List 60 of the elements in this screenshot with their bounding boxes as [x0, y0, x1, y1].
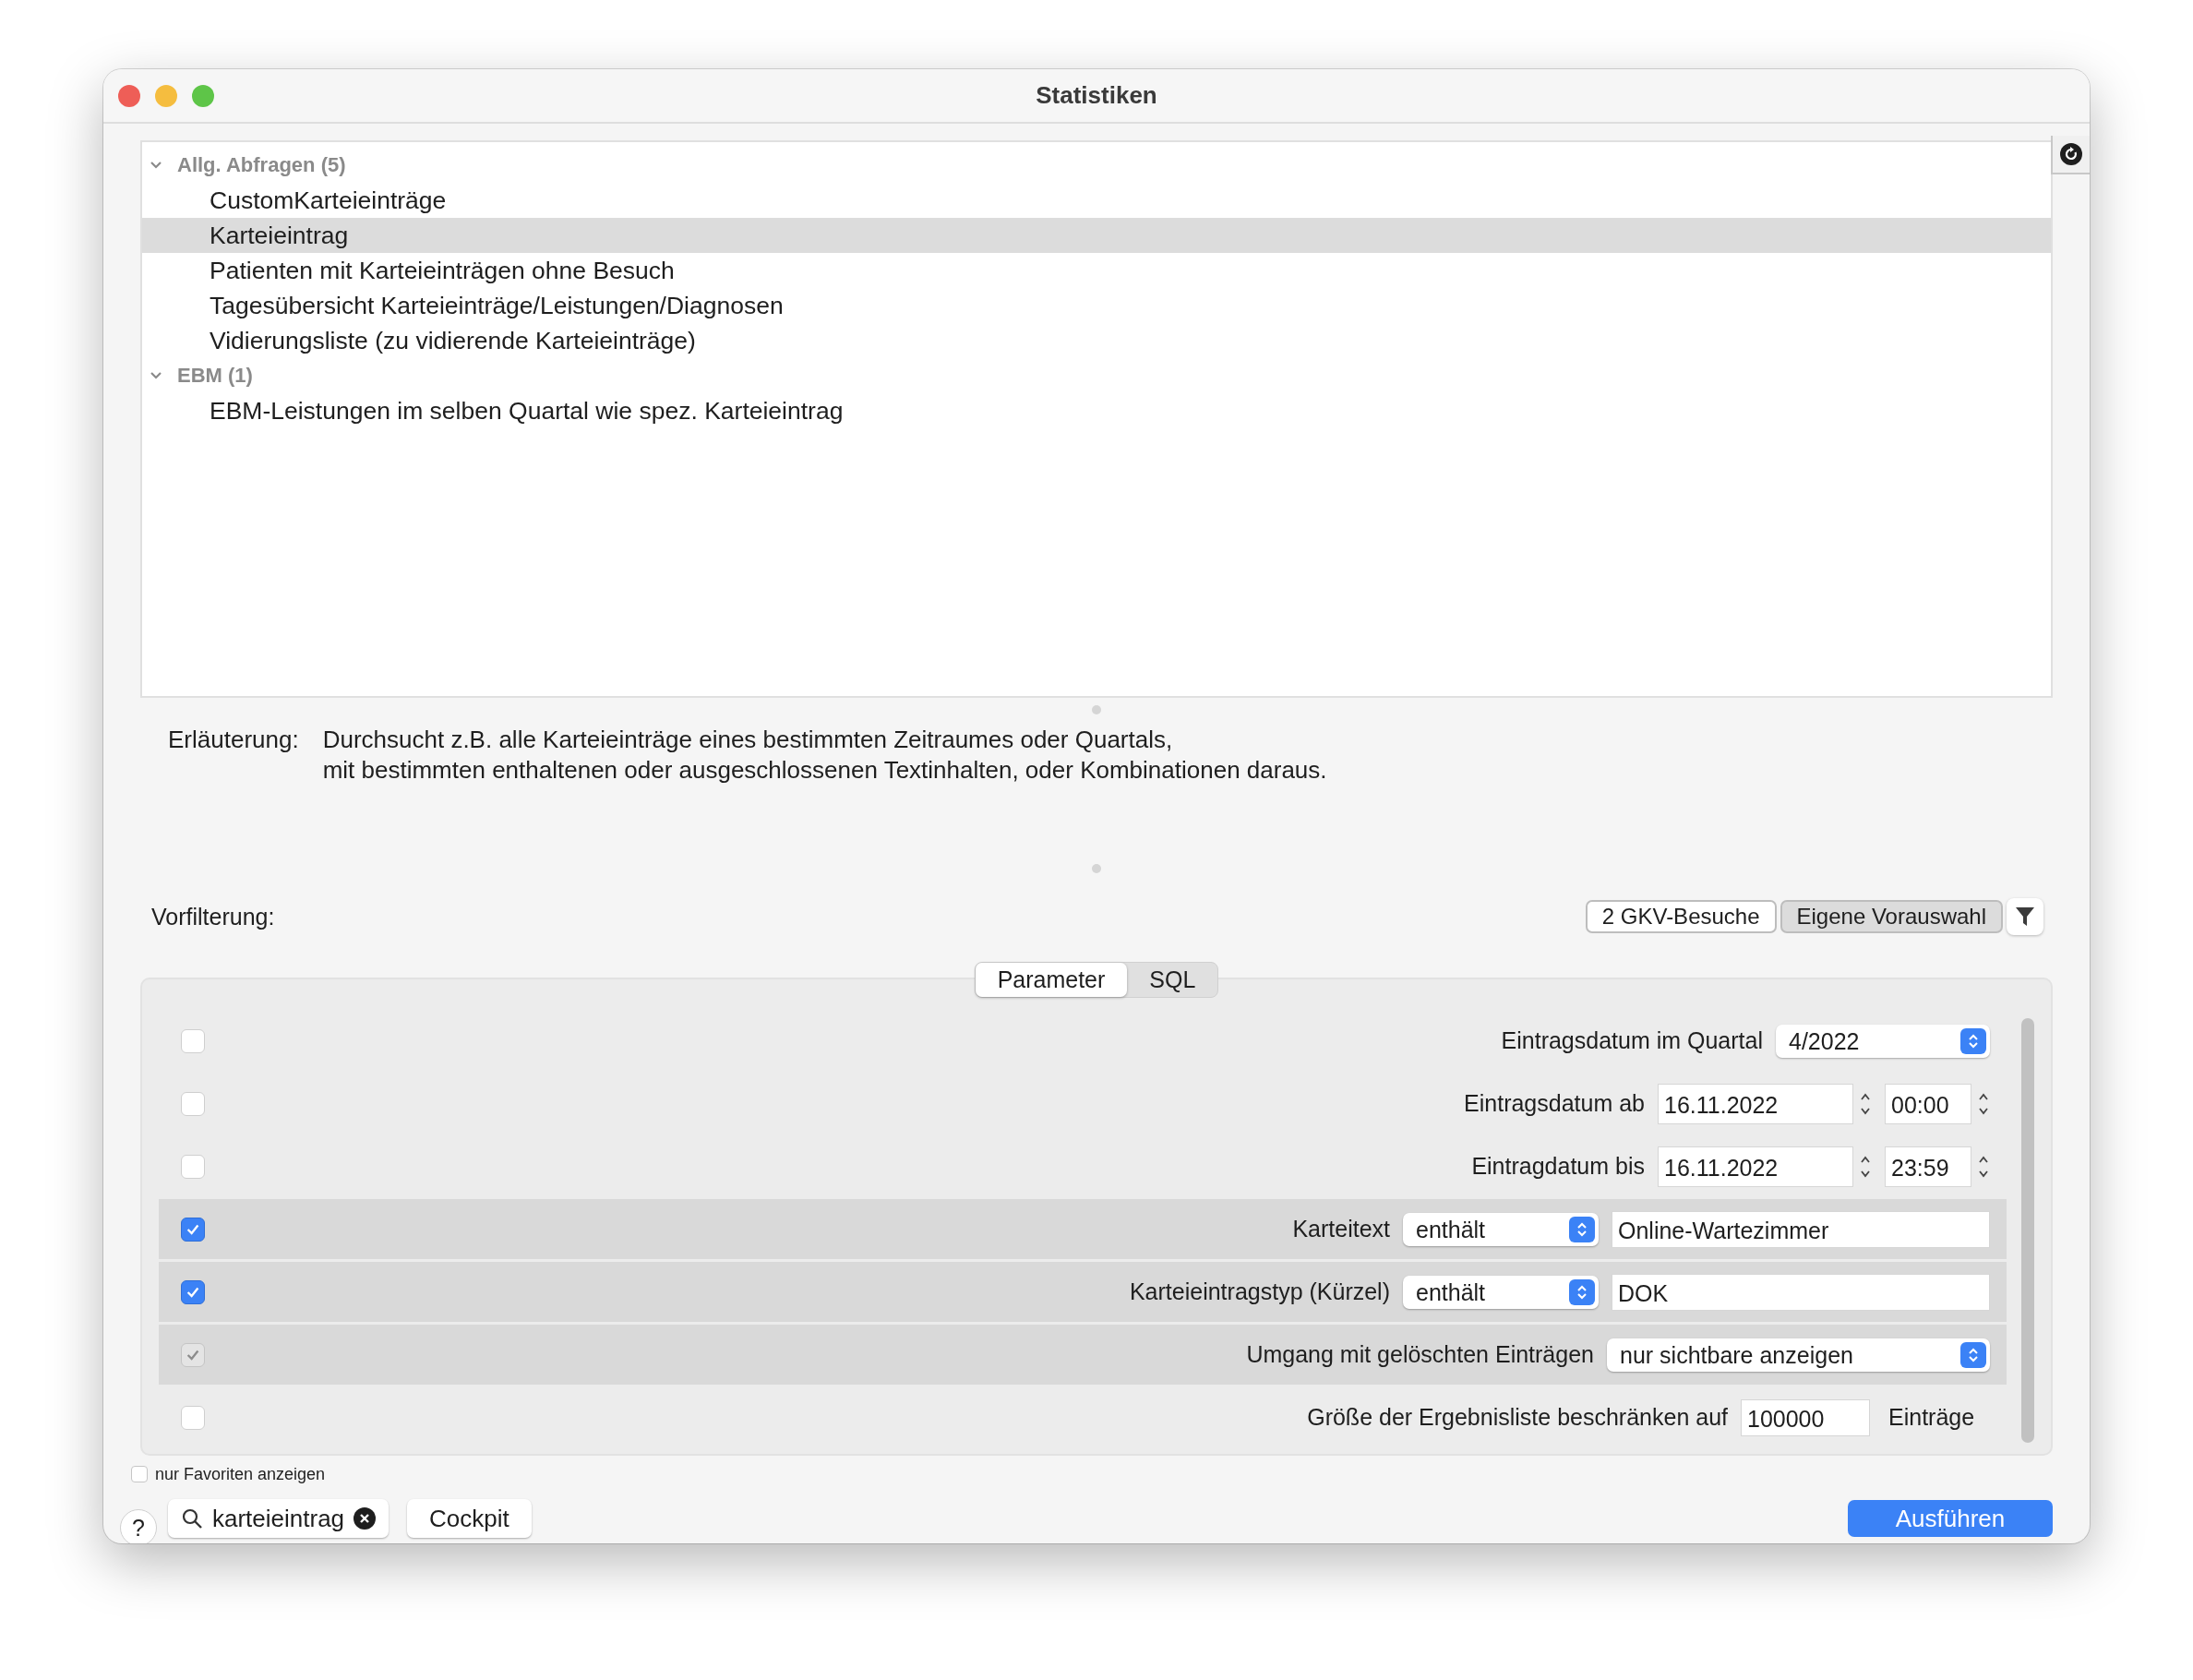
operator-dropdown[interactable]: enthält — [1403, 1275, 1599, 1309]
text-field[interactable]: DOK — [1612, 1273, 1990, 1311]
parameter-label: Eintragdatum bis — [1471, 1153, 1645, 1180]
query-item[interactable]: CustomKarteieinträge — [142, 183, 2051, 218]
search-icon — [181, 1507, 203, 1530]
date-field[interactable]: 16.11.2022 — [1658, 1146, 1853, 1187]
parameter-label: Größe der Ergebnisliste beschränken auf — [1307, 1404, 1728, 1431]
splitter-handle[interactable] — [1092, 864, 1101, 873]
clear-icon[interactable] — [354, 1507, 377, 1530]
parameter-label: Eintragsdatum im Quartal — [1501, 1027, 1763, 1054]
number-field[interactable]: 100000 — [1741, 1398, 1870, 1436]
group-label: Allg. Abfragen (5) — [177, 153, 346, 177]
zoom-button[interactable] — [192, 84, 214, 107]
favorites-label: nur Favoriten anzeigen — [155, 1464, 326, 1484]
tab[interactable]: SQL — [1127, 963, 1218, 997]
updown-icon — [1569, 1216, 1595, 1242]
query-item[interactable]: Karteieintrag — [142, 218, 2051, 253]
text-field[interactable]: Online-Wartezimmer — [1612, 1210, 1990, 1248]
date-field[interactable]: 16.11.2022 — [1658, 1083, 1853, 1124]
tab[interactable]: Parameter — [975, 963, 1128, 997]
explanation-label: Erläuterung: — [168, 726, 299, 755]
refresh-button[interactable] — [2051, 136, 2090, 174]
updown-icon — [1960, 1341, 1986, 1368]
group-label: EBM (1) — [177, 364, 253, 388]
parameter-label: Eintragsdatum ab — [1464, 1090, 1645, 1117]
updown-icon — [1569, 1278, 1595, 1305]
unit-label: Einträge — [1888, 1404, 1976, 1431]
parameter-label: Umgang mit gelöschten Einträgen — [1246, 1341, 1594, 1368]
close-button[interactable] — [118, 84, 140, 107]
splitter-handle[interactable] — [1092, 705, 1101, 714]
parameter-label: Karteitext — [1292, 1216, 1390, 1242]
window-title: Statistiken — [1036, 81, 1157, 110]
query-item[interactable]: Tagesübersicht Karteieinträge/Leistungen/Diagnosen — [142, 288, 2051, 323]
explanation-text: Durchsucht z.B. alle Karteieinträge eines bestimmten Zeitraumes oder Quartals, — [322, 726, 1174, 754]
filter-icon[interactable] — [2007, 898, 2043, 935]
chevron-icon[interactable] — [150, 161, 162, 170]
refresh-icon — [2059, 142, 2083, 166]
prefilter-button[interactable]: Eigene Vorauswahl — [1780, 900, 2003, 933]
explanation-text: mit bestimmten enthaltenen oder ausgeschlossenen Textinhalten, oder Kombinationen daraus. — [322, 756, 1327, 785]
help-button[interactable]: ? — [120, 1509, 157, 1543]
prefilter-label: Vorfilterung: — [151, 903, 275, 930]
cockpit-button[interactable]: Cockpit — [407, 1499, 532, 1538]
time-field[interactable]: 23:59 — [1885, 1146, 1971, 1187]
checkbox[interactable] — [131, 1466, 148, 1482]
time-field[interactable]: 00:00 — [1885, 1083, 1971, 1124]
checkbox[interactable] — [181, 1217, 205, 1242]
prefilter-button[interactable]: 2 GKV-Besuche — [1585, 900, 1777, 933]
dropdown[interactable]: 4/2022 — [1776, 1024, 1990, 1058]
search-field[interactable]: karteieintrag — [168, 1499, 389, 1538]
checkbox[interactable] — [181, 1279, 205, 1304]
minimize-button[interactable] — [155, 84, 177, 107]
scrollbar[interactable] — [2021, 1018, 2034, 1443]
query-item[interactable]: EBM-Leistungen im selben Quartal wie spez. Karteieintrag — [142, 393, 2051, 428]
query-item[interactable]: Vidierungsliste (zu vidierende Karteieinträge) — [142, 323, 2051, 358]
query-item[interactable]: Patienten mit Karteieinträgen ohne Besuch — [142, 253, 2051, 288]
parameter-label: Karteieintragstyp (Kürzel) — [1129, 1278, 1390, 1305]
chevron-icon[interactable] — [150, 371, 162, 380]
run-button[interactable]: Ausführen — [1848, 1500, 2053, 1537]
operator-dropdown[interactable]: enthält — [1403, 1212, 1599, 1246]
updown-icon — [1960, 1027, 1986, 1054]
